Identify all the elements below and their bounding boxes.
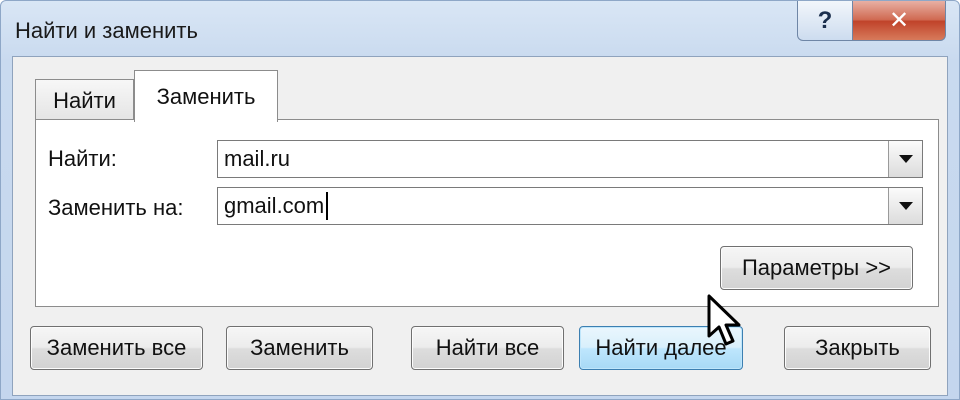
find-dropdown-button[interactable]: [888, 141, 922, 177]
tab-replace-label: Заменить: [156, 83, 256, 109]
replace-input[interactable]: [218, 188, 888, 224]
help-icon: ?: [817, 6, 833, 34]
tab-replace[interactable]: Заменить: [134, 70, 278, 122]
options-button[interactable]: Параметры >>: [720, 246, 913, 290]
replace-tab-panel: Найти: Заменить на: Параметры >>: [35, 119, 939, 307]
dialog-body: Найти Заменить Найти: Заменить на: Пара: [12, 56, 948, 396]
close-icon: ✕: [888, 7, 910, 34]
replace-dropdown-button[interactable]: [888, 188, 922, 224]
window-close-button[interactable]: ✕: [852, 1, 946, 41]
window-title: Найти и заменить: [15, 18, 198, 43]
find-replace-dialog: Найти и заменить ? ✕ Найти Заменить Найт…: [0, 0, 960, 400]
replace-all-button[interactable]: Заменить все: [30, 326, 203, 370]
close-button[interactable]: Закрыть: [784, 326, 931, 370]
chevron-down-icon: [898, 202, 913, 210]
find-all-button[interactable]: Найти все: [411, 326, 564, 370]
replace-label: Заменить на:: [48, 195, 184, 220]
chevron-down-icon: [898, 155, 913, 163]
find-label: Найти:: [48, 146, 117, 171]
replace-button[interactable]: Заменить: [226, 326, 373, 370]
mouse-pointer-icon: [707, 294, 741, 346]
text-caret: [326, 192, 328, 220]
help-button[interactable]: ?: [797, 1, 853, 41]
tab-find[interactable]: Найти: [35, 79, 134, 121]
find-combobox[interactable]: [217, 140, 923, 178]
tab-find-label: Найти: [53, 87, 116, 113]
find-input[interactable]: [218, 141, 888, 177]
replace-combobox[interactable]: [217, 187, 923, 225]
